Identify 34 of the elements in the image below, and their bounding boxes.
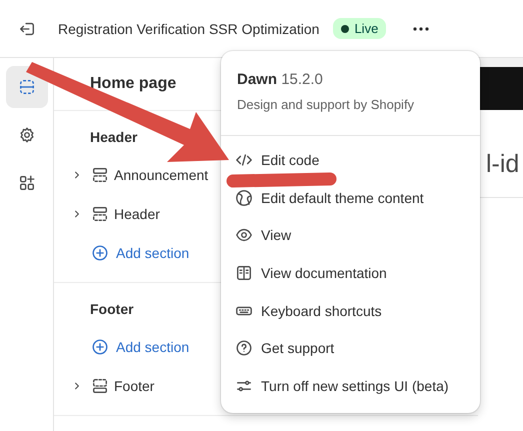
group-heading: Footer [90,301,134,317]
theme-title: Registration Verification SSR Optimization [58,20,320,36]
theme-author: Design and support by Shopify [237,97,416,112]
group-heading: Header [90,129,138,145]
theme-name: Dawn [237,71,278,88]
globe-icon [235,188,253,207]
menu-item[interactable]: View documentation [261,264,387,281]
section-item[interactable]: Footer [114,378,154,394]
menu-item[interactable]: Get support [261,340,334,356]
add-section-button[interactable]: Add section [54,327,196,366]
theme-version: 15.2.0 [281,71,323,88]
preview-heading: l-id [486,150,520,178]
help-icon [235,339,253,358]
plus-circle-icon [91,338,109,356]
menu-item[interactable]: Edit code [261,152,320,168]
menu-item[interactable]: View [261,227,292,244]
announcement-bar [478,67,523,110]
section-item[interactable]: Header [114,206,160,222]
menu-item[interactable]: Turn off new settings UI (beta) [261,378,449,394]
add-section-button[interactable]: Add section [54,233,196,272]
section-item[interactable]: Announcement [114,166,208,182]
section-layout-icon [91,376,109,394]
settings-icon [18,126,36,144]
more-button[interactable] [413,26,430,30]
sections-icon [18,78,36,96]
live-badge: Live [333,18,386,39]
menu-item[interactable]: Edit default theme content [261,190,424,206]
plus-circle-icon [91,244,109,262]
book-icon [235,264,253,282]
menu-item[interactable]: Keyboard shortcuts [261,302,382,319]
more-icon [413,26,430,30]
section-layout-icon [91,166,109,184]
section-layout-icon [91,204,109,222]
apps-icon [18,174,36,192]
